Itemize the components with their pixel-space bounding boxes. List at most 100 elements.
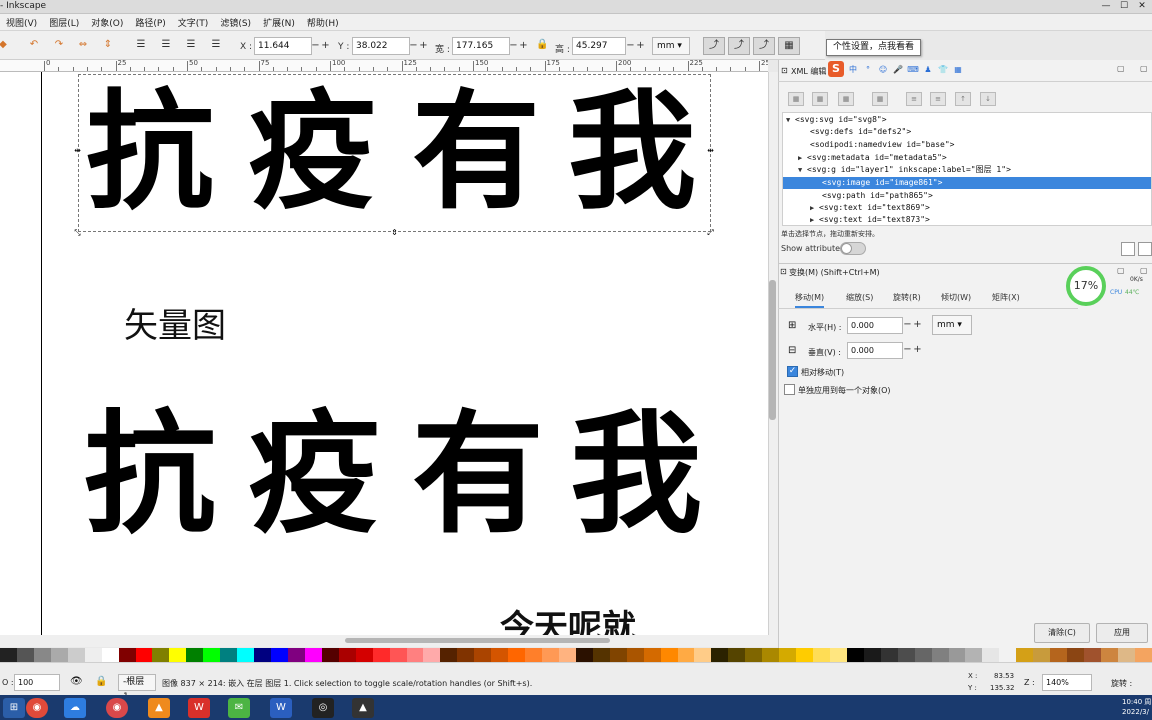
expand-toggle-icon[interactable]: ▶ <box>810 204 814 212</box>
color-swatch[interactable] <box>965 648 983 662</box>
color-swatch[interactable] <box>626 648 644 662</box>
color-swatch[interactable] <box>169 648 187 662</box>
baidu-netdisk-icon[interactable]: ☁ <box>64 698 86 718</box>
start-button[interactable]: ⊞ <box>3 698 25 718</box>
x-increment[interactable]: + <box>321 37 330 55</box>
color-swatch[interactable] <box>406 648 424 662</box>
color-swatch[interactable] <box>321 648 339 662</box>
color-swatch[interactable] <box>728 648 746 662</box>
expand-toggle-icon[interactable]: ▶ <box>798 154 802 162</box>
color-swatch[interactable] <box>762 648 780 662</box>
minimize-button[interactable]: — <box>1098 0 1114 12</box>
color-swatch[interactable] <box>694 648 712 662</box>
color-swatch[interactable] <box>592 648 610 662</box>
ime-skin-icon[interactable]: 👕 <box>937 64 949 76</box>
color-swatch[interactable] <box>220 648 238 662</box>
xml-node-selected[interactable]: <svg:image id="image861"> <box>783 177 1151 189</box>
color-swatch[interactable] <box>982 648 1000 662</box>
horizontal-decrement[interactable]: − <box>903 316 912 334</box>
apply-each-checkbox[interactable] <box>784 384 795 395</box>
raise-node-icon[interactable]: ↑ <box>955 92 971 106</box>
color-swatch[interactable] <box>846 648 864 662</box>
expand-toggle-icon[interactable]: ▶ <box>810 216 814 224</box>
color-swatch[interactable] <box>711 648 729 662</box>
ime-keyboard-icon[interactable]: ⌨ <box>907 64 919 76</box>
x-field[interactable]: 11.644 <box>254 37 312 55</box>
vlc-icon[interactable]: ▲ <box>148 698 170 718</box>
transform-undock-icon[interactable]: ▢ <box>1117 266 1125 275</box>
tab-matrix[interactable]: 矩阵(X) <box>992 292 1020 303</box>
new-element-node-icon[interactable]: ▦ <box>788 92 804 106</box>
lower-icon[interactable]: ☰ <box>185 39 197 51</box>
color-swatch[interactable] <box>508 648 526 662</box>
color-swatch[interactable] <box>1016 648 1034 662</box>
ime-emoji-icon[interactable]: ☺ <box>877 64 889 76</box>
color-swatch[interactable] <box>999 648 1017 662</box>
inkscape-icon[interactable]: ▲ <box>352 698 374 718</box>
raise-to-top-icon[interactable]: ☰ <box>135 39 147 51</box>
lower-node-icon[interactable]: ↓ <box>980 92 996 106</box>
xml-node[interactable]: <sodipodi:namedview id="base"> <box>810 139 955 151</box>
color-swatch[interactable] <box>84 648 102 662</box>
ime-voice-icon[interactable]: 🎤 <box>892 64 904 76</box>
xml-node[interactable]: <svg:defs id="defs2"> <box>810 126 911 138</box>
color-swatch[interactable] <box>542 648 559 662</box>
color-swatch[interactable] <box>423 648 441 662</box>
color-swatch[interactable] <box>1084 648 1101 662</box>
scale-stroke-button[interactable]: ⤴ <box>703 37 725 55</box>
select-tool-icon[interactable]: ◆ <box>0 39 9 51</box>
color-swatch[interactable] <box>931 648 949 662</box>
color-swatch[interactable] <box>914 648 932 662</box>
color-swatch[interactable] <box>203 648 221 662</box>
color-swatch[interactable] <box>304 648 322 662</box>
flip-vertical-icon[interactable]: ⇕ <box>102 39 114 51</box>
duplicate-node-icon[interactable]: ▦ <box>838 92 854 106</box>
scale-handle-bottom-left[interactable]: ⤡ <box>74 229 81 237</box>
layout-horizontal-button[interactable] <box>1121 242 1135 256</box>
obs-icon[interactable]: ◎ <box>312 698 334 718</box>
expand-toggle-icon[interactable]: ▼ <box>798 166 802 174</box>
maximize-button[interactable]: ☐ <box>1116 0 1132 12</box>
menu-layer[interactable]: 图层(L) <box>43 16 85 29</box>
wechat-icon[interactable]: ✉ <box>228 698 250 718</box>
xml-node[interactable]: ▶ <svg:text id="text869"> <box>810 202 930 214</box>
expand-toggle-icon[interactable]: ▼ <box>786 116 790 124</box>
tab-scale[interactable]: 缩放(S) <box>846 292 873 303</box>
chrome-icon[interactable]: ◉ <box>26 698 48 718</box>
color-swatch[interactable] <box>897 648 915 662</box>
color-swatch[interactable] <box>1067 648 1084 662</box>
color-swatch[interactable] <box>186 648 204 662</box>
height-decrement[interactable]: − <box>626 37 635 55</box>
color-swatch[interactable] <box>50 648 68 662</box>
close-button[interactable]: ✕ <box>1134 0 1150 12</box>
y-field[interactable]: 38.022 <box>352 37 410 55</box>
layer-visibility-icon[interactable]: 👁 <box>70 676 83 687</box>
tab-move[interactable]: 移动(M) <box>795 292 825 308</box>
xml-node[interactable]: ▼ <svg:svg id="svg8"> <box>786 114 887 126</box>
color-swatch[interactable] <box>355 648 373 662</box>
lower-to-bottom-icon[interactable]: ☰ <box>210 39 222 51</box>
raise-icon[interactable]: ☰ <box>160 39 172 51</box>
color-swatch[interactable] <box>525 648 542 662</box>
color-swatch[interactable] <box>16 648 34 662</box>
menu-path[interactable]: 路径(P) <box>129 16 171 29</box>
scale-handle-bottom-right[interactable]: ⤢ <box>707 229 714 237</box>
transform-close-icon[interactable]: ▢ <box>1140 266 1148 275</box>
color-swatch[interactable] <box>372 648 390 662</box>
color-swatch[interactable] <box>287 648 305 662</box>
color-swatch[interactable] <box>948 648 966 662</box>
width-increment[interactable]: + <box>519 37 528 55</box>
browser-icon[interactable]: ◉ <box>106 698 128 718</box>
scale-handle-left[interactable]: ⇹ <box>74 147 81 155</box>
indent-node-icon[interactable]: ≡ <box>930 92 946 106</box>
word-icon[interactable]: W <box>270 698 292 718</box>
color-swatch[interactable] <box>745 648 763 662</box>
zoom-field[interactable]: 140% <box>1042 674 1092 691</box>
color-swatch[interactable] <box>863 648 881 662</box>
vertical-field[interactable]: 0.000 <box>847 342 903 359</box>
xml-editor-undock-icon[interactable]: ▢ <box>1117 64 1125 73</box>
unit-select[interactable]: mm ▾ <box>652 37 690 55</box>
color-swatch[interactable] <box>152 648 170 662</box>
color-swatch[interactable] <box>1050 648 1068 662</box>
tab-skew[interactable]: 倾切(W) <box>941 292 971 303</box>
